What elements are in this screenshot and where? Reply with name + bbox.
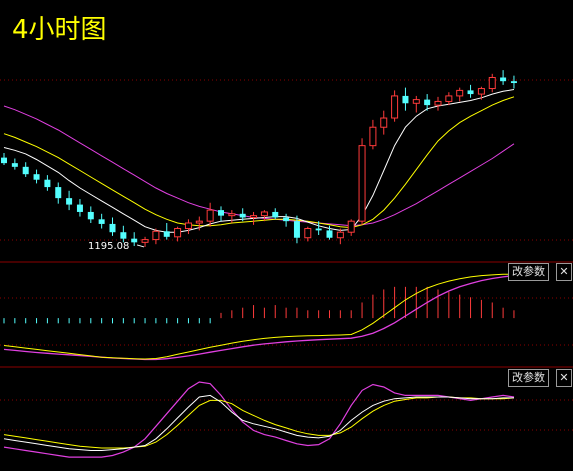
candle-body [22,166,29,175]
candle-body [369,126,377,147]
candle-body [55,187,62,199]
candle-body [109,223,116,233]
candle-body [120,232,127,239]
candle-body [11,163,18,167]
kdj-param-button[interactable]: 改参数 [508,369,549,387]
candle-body [434,100,442,106]
candle-body [347,220,355,233]
kdj-d-line [3,396,515,449]
price-panel: 1195.08 [1,70,517,252]
kdj-k-line [3,394,514,451]
candle-body [424,99,431,106]
candle-body [510,81,517,84]
candle-body [1,157,7,164]
candle-body [380,117,388,128]
candle-body [315,228,322,231]
candle-body [445,95,453,102]
candle-body [239,213,246,218]
grid-layer [0,79,573,431]
candle-body [500,77,507,82]
kdj-panel [3,381,515,458]
candle-body [131,238,138,243]
candle-body [195,220,203,224]
candle-body [283,217,290,222]
candle-body [184,222,192,230]
candle-body [477,88,485,95]
candle-body [260,211,268,217]
candle-body [66,198,73,205]
candle-body [250,215,258,218]
candle-body [488,76,496,90]
candle-body [76,204,83,212]
candle-body [412,99,420,104]
kdj-j-line [3,381,515,458]
candle-body [218,210,224,216]
candle-body [402,95,409,104]
macd-panel [3,273,515,361]
candle-body [326,230,333,238]
candle-body [228,213,236,217]
candle-body [163,231,170,237]
candle-body [467,90,474,95]
candle-body [206,209,214,222]
candle-body [391,95,399,119]
candle-body [358,145,366,222]
macd-close-icon[interactable]: ✕ [556,263,572,281]
candle-body [87,211,94,220]
chart-title: 4小时图 [12,15,107,45]
candle-body [293,221,300,238]
low-price-label: 1195.08 [88,241,129,252]
candle-body [44,179,51,188]
candle-body [98,219,105,224]
low-price-arrow [136,244,145,248]
kdj-close-icon[interactable]: ✕ [556,369,572,387]
candle-body [33,174,40,180]
candle-body [456,89,464,97]
candle-body [304,228,312,239]
candle-body [174,228,182,238]
candle-body [141,239,149,243]
chart-canvas: 1195.08 [0,70,573,458]
macd-param-button[interactable]: 改参数 [508,263,549,281]
candle-body [272,211,279,218]
candle-body [152,230,160,241]
candle-body [336,231,344,239]
